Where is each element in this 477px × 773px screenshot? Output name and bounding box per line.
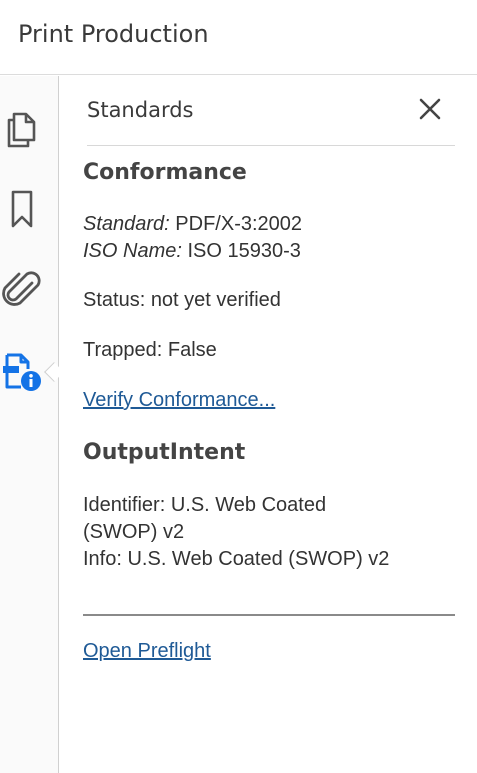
standard-value: PDF/X-3:2002	[175, 213, 303, 235]
app-title: Print Production	[18, 20, 209, 48]
bookmark-icon	[7, 188, 37, 230]
standards-icon	[1, 351, 43, 393]
standards-button[interactable]	[0, 350, 44, 394]
close-icon	[417, 98, 443, 126]
left-rail	[0, 76, 59, 773]
standard-row: Standard: PDF/X-3:2002	[83, 211, 463, 238]
bookmarks-button[interactable]	[0, 187, 44, 231]
standard-info: Standard: PDF/X-3:2002 ISO Name: ISO 159…	[83, 211, 463, 265]
panel-title: Standards	[87, 98, 194, 122]
conformance-heading: Conformance	[83, 160, 247, 185]
iso-value: ISO 15930-3	[187, 240, 301, 262]
iso-label: ISO Name:	[83, 240, 182, 262]
preflight-row: Open Preflight	[83, 640, 211, 663]
output-intent-heading: OutputIntent	[83, 440, 246, 465]
identifier-line-2: (SWOP) v2	[83, 521, 185, 543]
open-preflight-link[interactable]: Open Preflight	[83, 640, 211, 662]
output-intent-info: Identifier: U.S. Web Coated (SWOP) v2 In…	[83, 492, 463, 573]
status-text: Status: not yet verified	[83, 289, 281, 311]
attachment-icon	[2, 269, 42, 311]
standard-label: Standard:	[83, 213, 170, 235]
trapped-text: Trapped: False	[83, 339, 217, 361]
identifier-line-1: Identifier: U.S. Web Coated	[83, 494, 327, 516]
panel-header: Standards	[87, 94, 455, 146]
standards-content: Conformance Standard: PDF/X-3:2002 ISO N…	[83, 160, 463, 573]
pages-icon	[4, 108, 40, 148]
divider	[83, 614, 455, 616]
info-line: Info: U.S. Web Coated (SWOP) v2	[83, 548, 390, 570]
attachments-button[interactable]	[0, 268, 44, 312]
iso-row: ISO Name: ISO 15930-3	[83, 238, 463, 265]
verify-conformance-link[interactable]: Verify Conformance...	[83, 389, 275, 411]
pages-button[interactable]	[0, 106, 44, 150]
close-button[interactable]	[417, 96, 443, 122]
app-header: Print Production	[0, 0, 477, 75]
